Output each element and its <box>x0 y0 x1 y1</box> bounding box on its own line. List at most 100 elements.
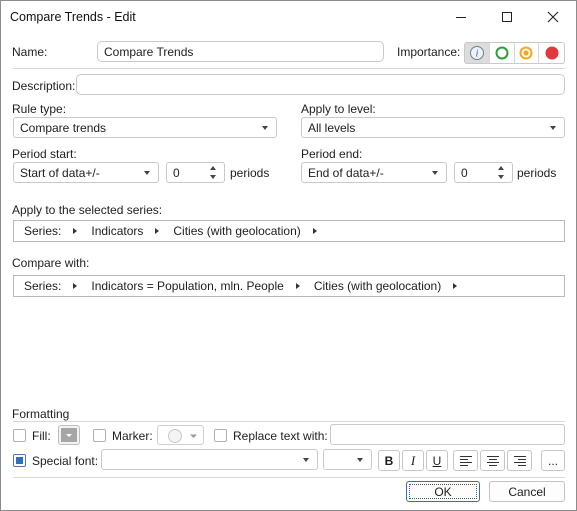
align-left-button[interactable] <box>453 450 478 471</box>
cancel-button-label: Cancel <box>508 484 546 499</box>
maximize-button[interactable] <box>484 1 530 32</box>
breadcrumb-segment[interactable]: Indicators <box>91 224 173 238</box>
rule-type-value: Compare trends <box>20 120 107 135</box>
apply-level-value: All levels <box>308 120 356 135</box>
marker-label: Marker: <box>112 429 153 443</box>
period-start-label: Period start: <box>12 147 77 161</box>
font-name-select[interactable] <box>101 449 318 470</box>
formatting-label: Formatting <box>12 407 70 421</box>
separator <box>13 477 565 478</box>
period-start-spinbox[interactable]: 0 <box>166 162 225 183</box>
align-center-button[interactable] <box>480 450 505 471</box>
more-options-button[interactable]: ... <box>541 450 565 471</box>
name-input-value: Compare Trends <box>104 44 194 59</box>
replace-text-label: Replace text with: <box>233 429 328 443</box>
minimize-button[interactable] <box>438 1 484 32</box>
name-label: Name: <box>12 45 48 59</box>
chevron-right-icon[interactable] <box>155 228 160 234</box>
breadcrumb-segment[interactable]: Series: <box>24 224 91 238</box>
italic-button[interactable]: I <box>402 450 424 471</box>
font-size-select[interactable] <box>323 449 372 470</box>
align-left-icon <box>459 455 472 466</box>
compare-with-breadcrumb[interactable]: Series: Indicators = Population, mln. Pe… <box>13 275 565 297</box>
description-label: Description: <box>12 79 76 93</box>
period-start-unit: periods <box>230 166 270 180</box>
separator <box>13 421 565 422</box>
importance-label: Importance: <box>397 45 461 59</box>
circle-marker-icon <box>168 429 197 443</box>
align-center-icon <box>486 455 499 466</box>
bold-icon: B <box>384 453 394 468</box>
period-end-mode-select[interactable]: End of data+/- <box>301 162 447 183</box>
description-input[interactable] <box>76 74 565 95</box>
special-font-label: Special font: <box>32 454 99 468</box>
chevron-right-icon[interactable] <box>295 283 300 289</box>
importance-green-button[interactable] <box>490 43 515 63</box>
chevron-right-icon[interactable] <box>312 228 317 234</box>
close-button[interactable] <box>530 1 576 32</box>
apply-level-select[interactable]: All levels <box>301 117 565 138</box>
apply-series-label: Apply to the selected series: <box>12 203 163 217</box>
red-circle-icon <box>545 46 559 60</box>
maximize-icon <box>502 11 512 22</box>
apply-series-breadcrumb[interactable]: Series: Indicators Cities (with geolocat… <box>13 220 565 242</box>
segment-label: Indicators <box>91 224 144 238</box>
bold-button[interactable]: B <box>378 450 400 471</box>
name-input[interactable]: Compare Trends <box>97 41 384 62</box>
period-end-unit: periods <box>517 166 557 180</box>
italic-icon: I <box>410 452 416 468</box>
minimize-icon <box>456 16 466 18</box>
period-start-value: 0 <box>173 165 180 180</box>
orange-circle-icon <box>519 46 533 60</box>
cancel-button[interactable]: Cancel <box>489 481 565 502</box>
chevron-down-icon <box>303 458 309 462</box>
period-start-mode-value: Start of data+/- <box>20 165 100 180</box>
segment-label: Series: <box>24 279 62 293</box>
chevron-right-icon[interactable] <box>73 283 78 289</box>
chevron-down-icon <box>432 171 438 175</box>
spinner-arrows-icon[interactable] <box>498 165 506 180</box>
special-font-checkbox[interactable] <box>13 454 26 467</box>
segment-label: Indicators = Population, mln. People <box>91 279 284 293</box>
title-bar: Compare Trends - Edit <box>1 1 576 32</box>
marker-checkbox[interactable] <box>93 429 106 442</box>
spinner-arrows-icon[interactable] <box>210 165 218 180</box>
period-end-label: Period end: <box>301 147 363 161</box>
underline-icon: U <box>432 453 442 468</box>
rule-type-select[interactable]: Compare trends <box>13 117 277 138</box>
green-circle-icon <box>495 46 509 60</box>
breadcrumb-segment[interactable]: Series: <box>24 279 91 293</box>
period-end-spinbox[interactable]: 0 <box>454 162 513 183</box>
chevron-down-icon <box>262 126 268 130</box>
importance-orange-button[interactable] <box>515 43 540 63</box>
ellipsis-icon: ... <box>547 453 558 468</box>
breadcrumb-segment[interactable]: Cities (with geolocation) <box>173 224 330 238</box>
align-right-icon <box>513 455 526 466</box>
importance-info-button[interactable]: i <box>465 43 490 63</box>
chevron-down-icon <box>357 458 363 462</box>
breadcrumb-segment[interactable]: Cities (with geolocation) <box>314 279 471 293</box>
fill-color-picker[interactable] <box>58 425 80 445</box>
separator <box>13 68 565 69</box>
info-icon: i <box>469 46 484 60</box>
ok-button[interactable]: OK <box>406 481 480 502</box>
chevron-down-icon <box>144 171 150 175</box>
underline-button[interactable]: U <box>426 450 448 471</box>
fill-label: Fill: <box>32 429 51 443</box>
fill-checkbox[interactable] <box>13 429 26 442</box>
chevron-right-icon[interactable] <box>453 283 458 289</box>
chevron-right-icon[interactable] <box>73 228 78 234</box>
fill-color-swatch <box>61 428 77 442</box>
breadcrumb-segment[interactable]: Indicators = Population, mln. People <box>91 279 313 293</box>
importance-red-button[interactable] <box>539 43 564 63</box>
ok-button-label: OK <box>434 484 452 499</box>
align-right-button[interactable] <box>507 450 532 471</box>
rule-type-label: Rule type: <box>12 102 67 116</box>
period-start-mode-select[interactable]: Start of data+/- <box>13 162 159 183</box>
segment-label: Cities (with geolocation) <box>313 279 442 293</box>
replace-text-input[interactable] <box>330 424 565 445</box>
replace-text-checkbox[interactable] <box>214 429 227 442</box>
window-title: Compare Trends - Edit <box>10 9 136 24</box>
marker-picker[interactable] <box>157 425 204 445</box>
chevron-down-icon <box>66 434 72 437</box>
